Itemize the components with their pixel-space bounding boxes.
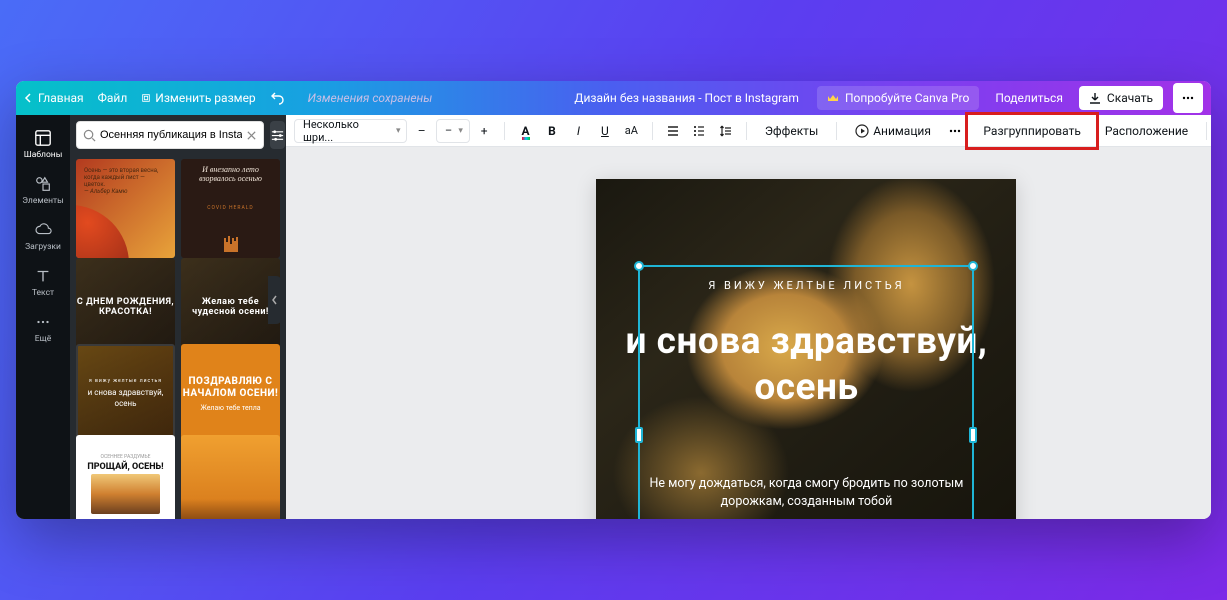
template-item[interactable]: И внезапно лето взорвалось осенью COVID … <box>181 159 280 258</box>
more-menu-button[interactable] <box>1173 83 1203 113</box>
italic-button[interactable]: I <box>566 118 590 144</box>
resize-icon <box>141 93 151 103</box>
home-link[interactable]: Главная <box>24 91 84 105</box>
template-item[interactable]: ПОЗДРАВЛЯЮ С НАЧАЛОМ ОСЕНИ! Желаю тебе т… <box>181 344 280 443</box>
save-status: Изменения сохранены <box>308 91 433 105</box>
resize-menu[interactable]: Изменить размер <box>141 91 255 105</box>
templates-icon <box>34 129 52 147</box>
more-icon <box>34 313 52 331</box>
effects-button[interactable]: Эффекты <box>755 118 828 144</box>
list-button[interactable] <box>687 118 711 144</box>
workspace: Шаблоны Элементы Загрузки Текст Ещё <box>16 115 1211 519</box>
sliders-icon <box>270 128 285 143</box>
template-item[interactable]: С ДНЕМ РОЖДЕНИЯ, КРАСОТКА! <box>76 258 175 357</box>
rail-elements[interactable]: Элементы <box>16 167 70 213</box>
editor-toolbar: Несколько шри... – – + A B I U aA Эффект… <box>286 115 1211 147</box>
list-icon <box>692 124 706 138</box>
canvas-viewport[interactable]: Я ВИЖУ ЖЕЛТЫЕ ЛИСТЬЯ и снова здравствуй,… <box>286 147 1211 519</box>
dots-icon <box>1181 91 1195 105</box>
document-title[interactable]: Дизайн без названия - Пост в Instagram <box>574 91 799 105</box>
design-canvas[interactable]: Я ВИЖУ ЖЕЛТЫЕ ЛИСТЬЯ и снова здравствуй,… <box>596 179 1016 519</box>
resize-handle[interactable] <box>968 261 978 271</box>
side-rail: Шаблоны Элементы Загрузки Текст Ещё <box>16 115 70 519</box>
resize-handle[interactable] <box>969 427 977 443</box>
rail-text[interactable]: Текст <box>16 259 70 305</box>
templates-panel: Осень — это вторая весна, когда каждый л… <box>70 115 286 519</box>
search-icon <box>83 129 96 142</box>
selection-box[interactable] <box>638 265 974 519</box>
template-item[interactable] <box>181 435 280 520</box>
position-button[interactable]: Расположение <box>1095 118 1198 144</box>
file-menu[interactable]: Файл <box>98 91 128 105</box>
search-input[interactable] <box>100 129 242 141</box>
cloud-icon <box>34 221 52 239</box>
align-icon <box>666 124 680 138</box>
rail-templates[interactable]: Шаблоны <box>16 121 70 167</box>
ungroup-button[interactable]: Разгруппировать <box>971 115 1092 147</box>
elements-icon <box>34 175 52 193</box>
download-button[interactable]: Скачать <box>1079 86 1163 110</box>
animate-button[interactable]: Анимация <box>845 118 941 144</box>
template-search[interactable] <box>76 121 264 149</box>
undo-button[interactable] <box>270 90 286 106</box>
share-button[interactable]: Поделиться <box>995 91 1063 105</box>
font-size-decrease[interactable]: – <box>409 118 433 144</box>
chevron-left-icon <box>24 93 34 103</box>
app-window: Главная Файл Изменить размер Изменения с… <box>16 81 1211 519</box>
crown-icon <box>827 92 839 104</box>
resize-handle[interactable] <box>635 427 643 443</box>
font-size-select[interactable]: – <box>436 119 470 143</box>
resize-handle[interactable] <box>634 261 644 271</box>
template-item[interactable]: Осень — это вторая весна, когда каждый л… <box>76 159 175 258</box>
template-item[interactable]: ОСЕННЕЕ РАЗДУМЬЕ ПРОЩАЙ, ОСЕНЬ! <box>76 435 175 520</box>
rail-more[interactable]: Ещё <box>16 305 70 351</box>
play-icon <box>855 124 869 138</box>
align-button[interactable] <box>661 118 685 144</box>
bold-button[interactable]: B <box>540 118 564 144</box>
text-icon <box>34 267 52 285</box>
case-button[interactable]: aA <box>619 118 643 144</box>
undo-icon <box>270 90 286 106</box>
home-label: Главная <box>38 91 84 105</box>
filter-button[interactable] <box>270 121 285 149</box>
chevron-left-icon <box>271 294 279 306</box>
panel-collapse-handle[interactable] <box>268 276 282 324</box>
spacing-button[interactable] <box>713 118 737 144</box>
underline-button[interactable]: U <box>593 118 617 144</box>
dots-icon <box>948 124 962 138</box>
toolbar-more[interactable] <box>943 118 967 144</box>
rail-uploads[interactable]: Загрузки <box>16 213 70 259</box>
template-item[interactable]: Желаю тебе чудесной осени! <box>181 258 280 357</box>
spacing-icon <box>719 124 733 138</box>
clear-icon[interactable] <box>246 130 257 141</box>
font-family-select[interactable]: Несколько шри... <box>294 119 407 143</box>
template-item[interactable]: я вижу желтые листья и снова здравствуй,… <box>76 344 175 443</box>
template-grid: Осень — это вторая весна, когда каждый л… <box>70 155 286 519</box>
font-size-increase[interactable]: + <box>472 118 496 144</box>
try-pro-button[interactable]: Попробуйте Canva Pro <box>817 86 979 110</box>
canvas-area: Несколько шри... – – + A B I U aA Эффект… <box>286 115 1211 519</box>
top-bar: Главная Файл Изменить размер Изменения с… <box>16 81 1211 115</box>
text-color-button[interactable]: A <box>513 118 537 144</box>
download-icon <box>1089 92 1101 104</box>
